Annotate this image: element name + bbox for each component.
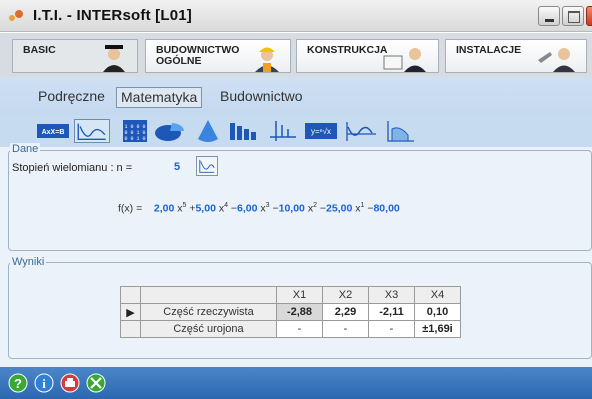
results-table: X1 X2 X3 X4 ▶ Część rzeczywista -2,88 2,… <box>120 286 461 338</box>
tool-bar: AxX=B 1 0 0 0 0 0 1 0 0 0 1 0 y=ⁿ√x <box>0 115 592 147</box>
app-icon <box>9 10 23 21</box>
y-root-icon[interactable]: y=ⁿ√x <box>304 119 338 143</box>
integral-area-icon[interactable] <box>384 119 416 143</box>
term-power: 3 <box>265 202 270 209</box>
formula-lhs: f(x) = <box>118 202 143 215</box>
header-corner <box>120 286 141 304</box>
engineer-icon <box>383 48 426 72</box>
builder-icon <box>255 47 279 72</box>
row-label: Część rzeczywista <box>140 303 277 321</box>
installer-icon <box>538 48 575 72</box>
term-coef: 6,00 <box>237 202 258 215</box>
header-label-cell <box>140 286 277 304</box>
module-tab-instalacje[interactable]: INSTALACJE <box>445 39 587 73</box>
tools-icon[interactable] <box>86 373 106 393</box>
module-label: KONSTRUKCJA <box>307 44 388 56</box>
column-header: X1 <box>276 286 323 304</box>
module-label: BUDOWNICTWO OGÓLNE <box>156 44 240 67</box>
column-header: X2 <box>322 286 369 304</box>
table-cell[interactable]: -2,11 <box>368 303 415 321</box>
table-cell[interactable]: - <box>322 320 369 338</box>
module-label: INSTALACJE <box>456 44 522 56</box>
row-label: Część urojona <box>140 320 277 338</box>
term-coef: 10,00 <box>278 202 305 215</box>
table-cell[interactable]: 2,29 <box>322 303 369 321</box>
module-bar: BASIC BUDOWNICTWO OGÓLNE KONSTRUKCJA INS… <box>0 33 592 77</box>
wyniki-legend: Wyniki <box>10 256 47 268</box>
graduate-icon <box>103 45 125 72</box>
polynomial-chart-button[interactable] <box>196 156 218 176</box>
table-cell[interactable]: - <box>276 320 323 338</box>
degree-value[interactable]: 5 <box>174 161 180 173</box>
module-tab-budownictwo-ogolne[interactable]: BUDOWNICTWO OGÓLNE <box>145 39 291 73</box>
table-cell[interactable]: 0,10 <box>414 303 461 321</box>
term-coef: 80,00 <box>373 202 400 215</box>
subtab-bar: Podręczne Matematyka Budownictwo <box>0 77 592 115</box>
polynomial-curve-icon[interactable] <box>74 119 110 143</box>
row-indicator <box>120 320 141 338</box>
svg-text:i: i <box>42 376 46 391</box>
module-tab-konstrukcja[interactable]: KONSTRUKCJA <box>296 39 439 73</box>
module-label: BASIC <box>23 44 56 56</box>
row-indicator-icon: ▶ <box>120 303 141 321</box>
degree-label: Stopień wielomianu : n = <box>12 162 133 174</box>
maximize-button[interactable] <box>562 6 584 26</box>
polynomial-formula: f(x) = 2,00 x5 +5,00 x4 −6,00 x3 −10,00 … <box>118 202 400 215</box>
module-tab-basic[interactable]: BASIC <box>12 39 138 73</box>
svg-text:?: ? <box>14 376 22 391</box>
tool-text: AxX=B <box>42 129 65 136</box>
subtab-budownictwo[interactable]: Budownictwo <box>216 87 307 108</box>
table-header-row: X1 X2 X3 X4 <box>120 286 461 304</box>
help-icon[interactable]: ? <box>8 373 28 393</box>
wave-function-icon[interactable] <box>344 119 378 143</box>
term-coef: 2,00 <box>153 202 175 215</box>
table-row[interactable]: ▶ Część rzeczywista -2,88 2,29 -2,11 0,1… <box>120 303 461 321</box>
column-header: X3 <box>368 286 415 304</box>
drop-icon[interactable] <box>196 119 220 143</box>
table-cell[interactable]: -2,88 <box>276 303 323 321</box>
svg-text:0 0 1 0: 0 0 1 0 <box>124 136 145 142</box>
subtab-matematyka[interactable]: Matematyka <box>116 87 203 108</box>
axb-equation-icon[interactable]: AxX=B <box>36 119 70 143</box>
pie-icon[interactable] <box>154 119 186 143</box>
status-bar: ? i <box>0 367 592 399</box>
window-title: I.T.I. - INTERsoft [L01] <box>33 7 192 24</box>
term-coef: 25,00 <box>326 202 353 215</box>
close-button[interactable] <box>586 6 592 26</box>
tool-text: y=ⁿ√x <box>311 127 331 136</box>
table-cell[interactable]: - <box>368 320 415 338</box>
matrix-icon[interactable]: 1 0 0 0 0 0 1 0 0 0 1 0 <box>122 119 148 143</box>
column-header: X4 <box>414 286 461 304</box>
bar-chart-icon[interactable] <box>228 119 262 143</box>
term-power: 1 <box>360 202 365 209</box>
dane-legend: Dane <box>10 143 41 155</box>
subtab-podreczne[interactable]: Podręczne <box>34 87 109 108</box>
axes-chart-icon[interactable] <box>268 119 298 143</box>
info-icon[interactable]: i <box>34 373 54 393</box>
term-power: 5 <box>182 202 187 209</box>
print-icon[interactable] <box>60 373 80 393</box>
minimize-button[interactable] <box>538 6 560 26</box>
title-bar: I.T.I. - INTERsoft [L01] <box>0 0 592 32</box>
term-coef: 5,00 <box>195 202 216 215</box>
table-row[interactable]: Część urojona - - - ±1,69i <box>120 320 461 338</box>
term-power: 2 <box>313 202 317 209</box>
table-cell[interactable]: ±1,69i <box>414 320 461 338</box>
term-power: 4 <box>224 202 228 209</box>
